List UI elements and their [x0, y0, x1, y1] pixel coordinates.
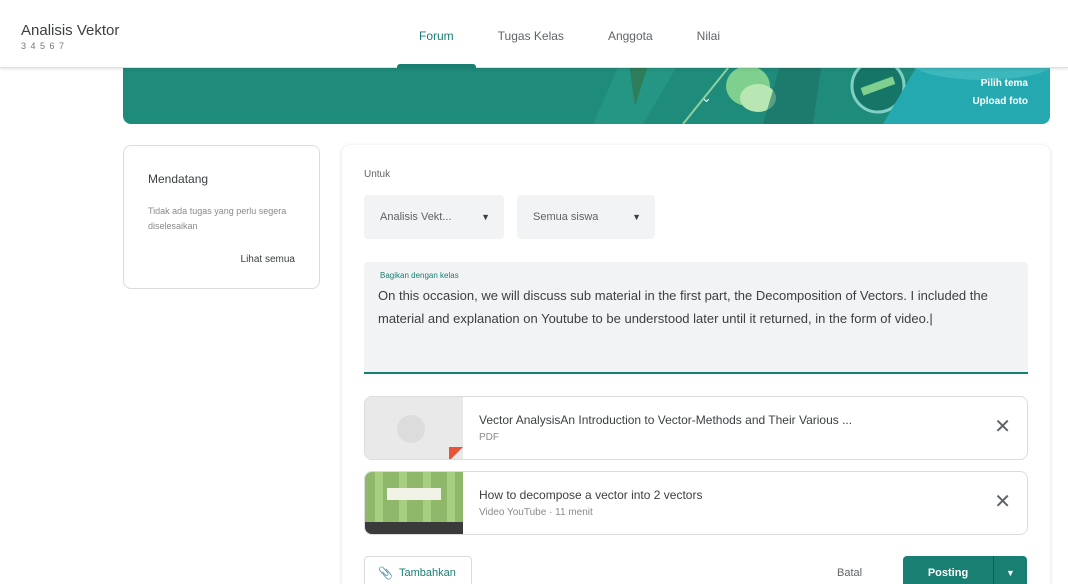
- upcoming-empty-text: Tidak ada tugas yang perlu segera disele…: [148, 206, 287, 231]
- class-title[interactable]: Analisis Vektor: [21, 22, 119, 39]
- announcement-textarea[interactable]: Bagikan dengan kelas On this occasion, w…: [364, 262, 1028, 374]
- attachment-card[interactable]: Vector AnalysisAn Introduction to Vector…: [364, 396, 1028, 460]
- attachment-subtitle: Video YouTube · 11 menit: [479, 507, 593, 518]
- close-icon[interactable]: ✕: [994, 490, 1011, 514]
- attachment-title[interactable]: How to decompose a vector into 2 vectors: [479, 488, 967, 502]
- tab-members[interactable]: Anggota: [586, 0, 675, 68]
- class-section: 3 4 5 6 7: [21, 41, 66, 51]
- view-all-link[interactable]: Lihat semua: [241, 254, 295, 265]
- attachment-title[interactable]: Vector AnalysisAn Introduction to Vector…: [479, 413, 967, 427]
- close-icon[interactable]: ✕: [994, 415, 1011, 439]
- youtube-thumbnail: [365, 472, 463, 534]
- caret-down-icon: ▼: [632, 212, 641, 222]
- pdf-thumbnail: [365, 397, 463, 459]
- upcoming-title: Mendatang: [148, 172, 209, 186]
- post-button-group: Posting ▼: [903, 556, 1027, 584]
- caret-down-icon[interactable]: ▼: [993, 556, 1027, 584]
- add-attachment-button[interactable]: 📎 Tambahkan: [364, 556, 472, 584]
- class-select[interactable]: Analisis Vekt... ▼: [364, 195, 504, 239]
- attachment-subtitle: PDF: [479, 432, 499, 443]
- cancel-button[interactable]: Batal: [837, 558, 862, 584]
- tab-classwork[interactable]: Tugas Kelas: [476, 0, 586, 68]
- tab-bar: Forum Tugas Kelas Anggota Nilai: [397, 0, 742, 68]
- announcement-composer: Untuk Analisis Vekt... ▼ Semua siswa ▼ B…: [342, 145, 1050, 584]
- caret-down-icon: ▼: [481, 212, 490, 222]
- attachment-card[interactable]: How to decompose a vector into 2 vectors…: [364, 471, 1028, 535]
- paperclip-icon: 📎: [378, 566, 393, 580]
- textarea-value[interactable]: On this occasion, we will discuss sub ma…: [378, 284, 1014, 330]
- audience-select-value: Semua siswa: [533, 211, 599, 223]
- select-theme-link[interactable]: Pilih tema: [981, 78, 1028, 89]
- textarea-label: Bagikan dengan kelas: [380, 271, 459, 280]
- audience-select[interactable]: Semua siswa ▼: [517, 195, 655, 239]
- add-button-label: Tambahkan: [399, 567, 456, 579]
- top-bar: Analisis Vektor 3 4 5 6 7 Forum Tugas Ke…: [0, 0, 1068, 68]
- post-button[interactable]: Posting: [903, 556, 993, 584]
- upload-photo-link[interactable]: Upload foto: [972, 96, 1028, 107]
- upcoming-card: Mendatang Tidak ada tugas yang perlu seg…: [123, 145, 320, 289]
- class-select-value: Analisis Vekt...: [380, 211, 452, 223]
- tab-grades[interactable]: Nilai: [675, 0, 742, 68]
- for-label: Untuk: [364, 169, 391, 180]
- chevron-down-icon[interactable]: ⌄: [701, 90, 712, 106]
- tab-forum[interactable]: Forum: [397, 0, 476, 68]
